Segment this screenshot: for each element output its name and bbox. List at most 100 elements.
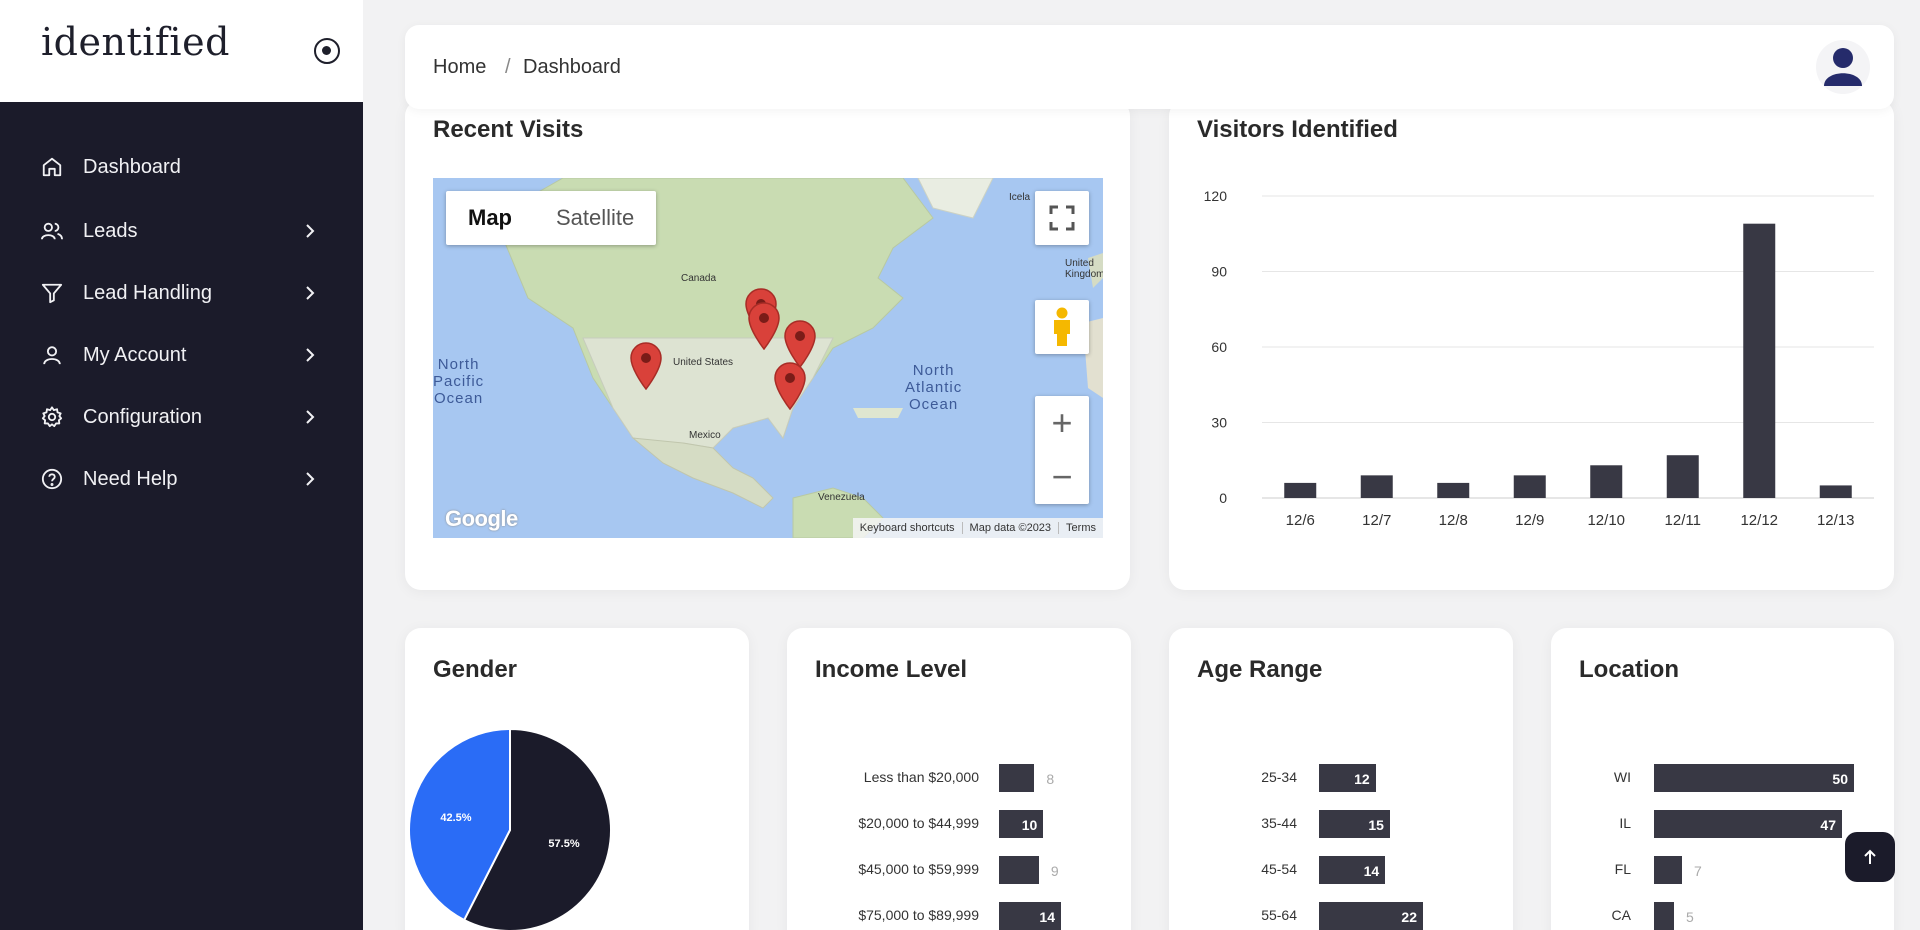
sidebar-item-my-account[interactable]: My Account [0, 330, 363, 380]
map-type-control: Map Satellite [446, 191, 657, 245]
bar-12/13 [1819, 485, 1852, 498]
x-tick-label: 12/7 [1362, 512, 1391, 529]
bar-FL [1654, 856, 1682, 884]
breadcrumb-current: Dashboard [523, 56, 621, 78]
bar-label: 35-44 [1261, 815, 1297, 831]
bar-12/9 [1513, 475, 1546, 498]
sidebar-item-label: Lead Handling [83, 281, 212, 304]
recent-visits-card: Recent Visits Canada United States Mexic… [405, 100, 1130, 590]
pie-label: 42.5% [440, 812, 471, 824]
zoom-in-button[interactable]: + [1035, 396, 1089, 450]
bar-value: 50 [1832, 771, 1848, 787]
breadcrumb-separator: / [505, 56, 511, 78]
bar-value: 9 [1050, 863, 1059, 879]
bar-value: 10 [1021, 817, 1038, 833]
terms-link[interactable]: Terms [1058, 522, 1103, 534]
fullscreen-icon [1049, 205, 1075, 231]
map-attribution: Keyboard shortcuts Map data ©2023 Terms [852, 518, 1103, 538]
bar-label: CA [1611, 907, 1631, 923]
x-tick-label: 12/13 [1817, 512, 1855, 529]
income-level-card: Income Level Less than $20,000 8 $20,000 t… [787, 628, 1131, 930]
map-type-map-button[interactable]: Map [446, 191, 534, 245]
bar-label: FL [1614, 861, 1631, 877]
help-circle-icon [40, 467, 64, 491]
bar-$45,000 to $59,999 [999, 856, 1039, 884]
arrow-up-icon [1864, 849, 1876, 864]
sidebar-item-label: Configuration [83, 405, 202, 428]
map-marker-pin[interactable] [773, 362, 807, 410]
bar-value: 14 [1039, 909, 1055, 925]
bar-CA [1654, 902, 1674, 930]
sidebar-item-leads[interactable]: Leads [0, 206, 363, 256]
user-avatar[interactable] [1815, 39, 1871, 95]
map-marker-pin[interactable] [783, 320, 817, 368]
sidebar-item-dashboard[interactable]: Dashboard [0, 142, 363, 192]
card-title: Recent Visits [433, 116, 584, 143]
bar-12/10 [1590, 465, 1623, 498]
bar-label: IL [1619, 815, 1631, 831]
map-label-venezuela: Venezuela [818, 492, 865, 503]
sidebar-item-need-help[interactable]: Need Help [0, 454, 363, 504]
fullscreen-button[interactable] [1035, 191, 1089, 245]
pegman-icon [1054, 307, 1070, 346]
filter-icon [40, 281, 64, 305]
card-title: Income Level [815, 656, 968, 683]
x-tick-label: 12/12 [1740, 512, 1778, 529]
bar-value: 15 [1368, 817, 1384, 833]
y-tick-label: 120 [1204, 188, 1228, 204]
bar-12/12 [1743, 223, 1776, 498]
sidebar: Dashboard Leads Lead Handling My Account… [0, 102, 363, 930]
map-label-mexico: Mexico [689, 430, 721, 441]
users-icon [40, 219, 64, 243]
x-tick-label: 12/11 [1665, 512, 1701, 529]
chevron-right-icon [302, 223, 318, 239]
sidebar-item-configuration[interactable]: Configuration [0, 392, 363, 442]
map-type-satellite-button[interactable]: Satellite [534, 191, 656, 245]
y-tick-label: 30 [1211, 415, 1227, 431]
sidebar-item-label: My Account [83, 343, 187, 366]
chevron-right-icon [302, 347, 318, 363]
bar-12/6 [1284, 482, 1317, 498]
map-marker-pin[interactable] [747, 302, 781, 350]
map-label-united-kingdom: United Kingdom [1065, 258, 1103, 280]
bar-value: 5 [1686, 909, 1694, 925]
bar-label: WI [1613, 769, 1631, 785]
sidebar-item-label: Need Help [83, 467, 178, 490]
y-tick-label: 60 [1211, 339, 1227, 355]
visits-map[interactable]: Canada United States Mexico Venezuela Ic… [433, 178, 1103, 538]
bar-value: 12 [1354, 771, 1370, 787]
chevron-right-icon [302, 409, 318, 425]
y-tick-label: 0 [1219, 490, 1227, 506]
scroll-to-top-button[interactable] [1845, 832, 1895, 882]
x-tick-label: 12/9 [1515, 512, 1544, 529]
keyboard-shortcuts-link[interactable]: Keyboard shortcuts [853, 522, 962, 534]
sidebar-item-lead-handling[interactable]: Lead Handling [0, 268, 363, 318]
x-tick-label: 12/10 [1587, 512, 1625, 529]
gender-card: Gender 57.5% 42.5% [405, 628, 749, 930]
zoom-control: + − [1035, 396, 1089, 504]
bar-12/7 [1360, 475, 1393, 498]
user-icon [40, 343, 64, 367]
age-range-card: Age Range 25-34 12 35-44 15 45-54 14 55-64 22 [1169, 628, 1513, 930]
bar-label: $20,000 to $44,999 [858, 815, 979, 831]
map-marker-pin[interactable] [629, 342, 663, 390]
card-title: Location [1579, 656, 1679, 683]
bar-value: 7 [1694, 863, 1702, 879]
sidebar-toggle-icon[interactable] [314, 38, 340, 64]
breadcrumb-home-link[interactable]: Home [433, 56, 486, 79]
visitors-identified-card: Visitors Identified 0 30 60 90 120 12/6 12/7 12… [1169, 100, 1894, 590]
bar-12/8 [1437, 482, 1470, 498]
home-icon [40, 155, 64, 179]
gear-icon [40, 405, 64, 429]
map-label-canada: Canada [681, 273, 717, 284]
visitors-bar-chart: 0 30 60 90 120 12/6 12/7 12/8 12/9 12/10 12/11 12/1… [1204, 188, 1874, 529]
bar-label: 55-64 [1261, 907, 1297, 923]
bar-label: 45-54 [1261, 861, 1297, 877]
street-view-button[interactable] [1035, 300, 1089, 354]
zoom-out-button[interactable]: − [1035, 450, 1089, 504]
bar-label: Less than $20,000 [863, 769, 979, 785]
gender-pie-chart: 57.5% 42.5% [408, 727, 612, 930]
pie-label: 57.5% [548, 838, 579, 850]
x-tick-label: 12/6 [1286, 512, 1315, 529]
sidebar-item-label: Dashboard [83, 155, 181, 178]
